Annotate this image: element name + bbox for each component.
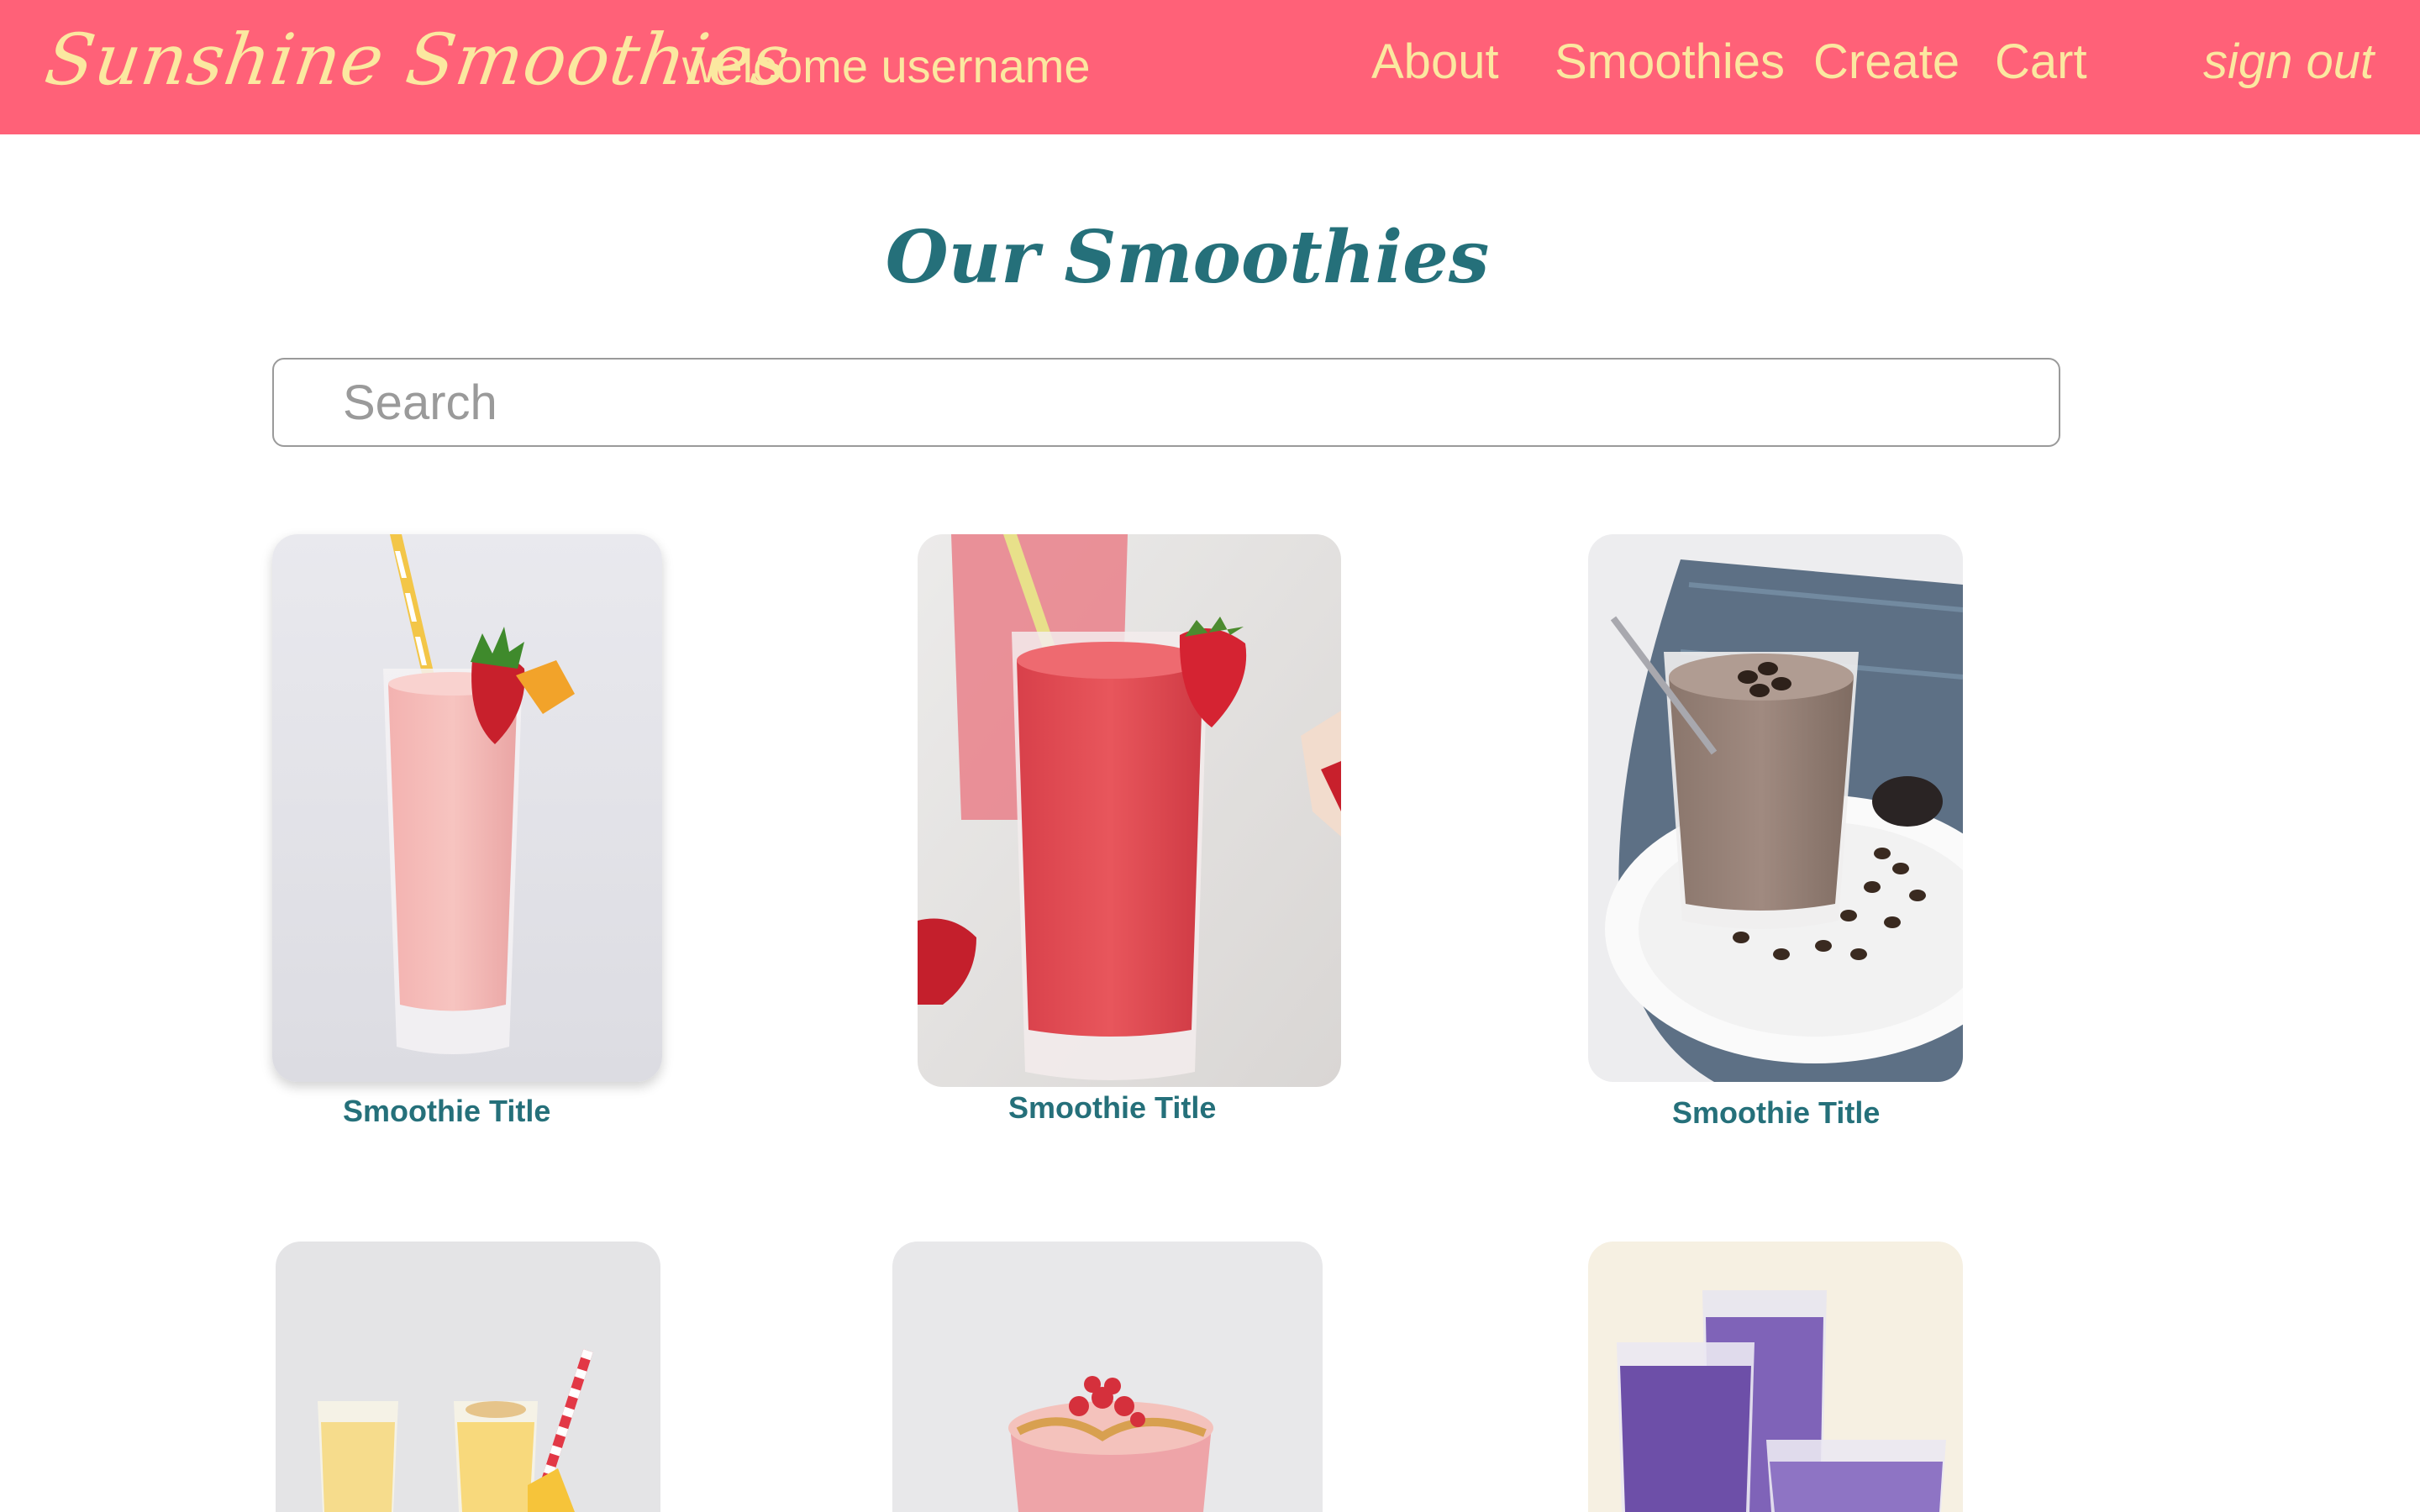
smoothie-image: [1588, 534, 1963, 1082]
sign-out-link[interactable]: sign out: [2203, 34, 2374, 90]
smoothie-image: [272, 534, 662, 1082]
welcome-message: welcome username: [682, 39, 1091, 92]
smoothie-title: Smoothie Title: [1008, 1090, 1217, 1125]
page-title: Our Smoothies: [885, 215, 1490, 300]
nav-create-link[interactable]: Create: [1813, 34, 1960, 90]
smoothie-image: [276, 1242, 660, 1512]
nav-smoothies-link[interactable]: Smoothies: [1555, 34, 1785, 90]
smoothie-image: [918, 534, 1341, 1087]
smoothie-title: Smoothie Title: [343, 1094, 551, 1128]
search-input[interactable]: [272, 358, 2060, 447]
smoothie-title: Smoothie Title: [1672, 1095, 1881, 1130]
nav-about-link[interactable]: About: [1371, 34, 1499, 90]
smoothie-image: [1588, 1242, 1963, 1512]
nav-cart-link[interactable]: Cart: [1995, 34, 2087, 90]
smoothie-image: [892, 1242, 1323, 1512]
top-navbar: Sunshine Smoothies welcome username Abou…: [0, 0, 2420, 134]
